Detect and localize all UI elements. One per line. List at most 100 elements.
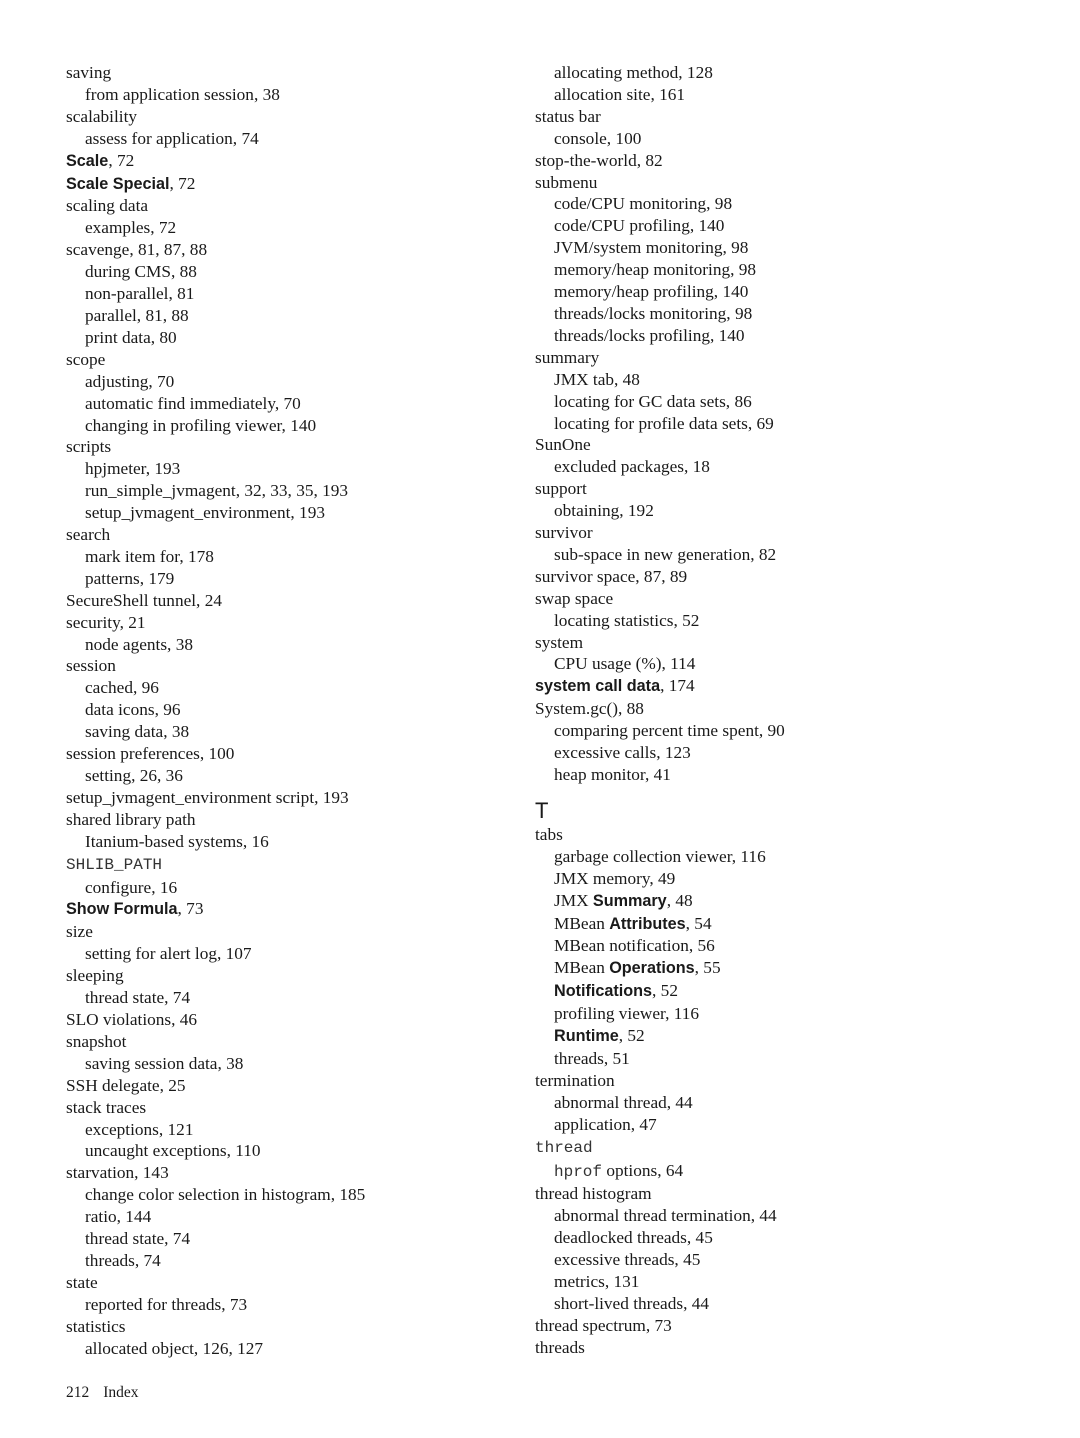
entry-text: search: [66, 525, 111, 545]
index-entry: saving: [66, 62, 506, 84]
index-entry: snapshot: [66, 1031, 506, 1053]
entry-text: locating statistics, 52: [554, 610, 700, 630]
entry-text: submenu: [535, 172, 598, 192]
entry-text: comparing percent time spent, 90: [554, 721, 785, 741]
entry-text: configure, 16: [85, 877, 178, 897]
entry-text: , 55: [694, 958, 721, 978]
index-subentry: threads, 51: [535, 1048, 995, 1070]
entry-text: MBean notification, 56: [554, 936, 715, 956]
entry-text: saving: [66, 63, 112, 82]
index-subentry: abnormal thread, 44: [535, 1092, 995, 1114]
index-subentry: setting for alert log, 107: [66, 943, 506, 965]
entry-text: SecureShell tunnel, 24: [66, 590, 222, 610]
index-letter-heading: T: [535, 798, 995, 824]
index-subentry: exceptions, 121: [66, 1119, 506, 1141]
entry-text: , 73: [177, 899, 204, 919]
index-entry: tabs: [535, 824, 995, 846]
entry-text: deadlocked threads, 45: [554, 1228, 713, 1248]
index-entry: SHLIB_PATH: [66, 853, 506, 877]
entry-text: allocation site, 161: [554, 84, 686, 104]
index-column-right: allocating method, 128 allocation site, 1…: [535, 62, 995, 1359]
entry-text: parallel, 81, 88: [85, 305, 189, 325]
index-subentry: comparing percent time spent, 90: [535, 720, 995, 742]
index-subentry: configure, 16: [66, 877, 506, 899]
section-title: Index: [103, 1384, 139, 1401]
index-subentry: deadlocked threads, 45: [535, 1227, 995, 1249]
entry-text: abnormal thread termination, 44: [554, 1206, 777, 1226]
ui-term: Attributes: [609, 914, 686, 933]
index-entry: survivor: [535, 522, 995, 544]
entry-text: system: [535, 632, 584, 652]
entry-text: abnormal thread, 44: [554, 1092, 693, 1112]
entry-text: excluded packages, 18: [554, 457, 710, 477]
index-entry: shared library path: [66, 809, 506, 831]
entry-text: print data, 80: [85, 327, 177, 347]
index-entry: starvation, 143: [66, 1162, 506, 1184]
entry-text: hpjmeter, 193: [85, 459, 181, 479]
entry-text: locating for profile data sets, 69: [554, 413, 774, 433]
entry-text: support: [535, 479, 587, 499]
index-subentry: locating for profile data sets, 69: [535, 413, 995, 435]
index-subentry: code/CPU monitoring, 98: [535, 193, 995, 215]
index-entry: system call data, 174: [535, 675, 995, 698]
index-entry: search: [66, 524, 506, 546]
entry-text: memory/heap profiling, 140: [554, 282, 749, 302]
entry-text: thread spectrum, 73: [535, 1315, 672, 1335]
index-entry: scavenge, 81, 87, 88: [66, 239, 506, 261]
index-entry: swap space: [535, 588, 995, 610]
entry-text: obtaining, 192: [554, 501, 654, 521]
entry-text: uncaught exceptions, 110: [85, 1141, 261, 1161]
index-subentry: MBean Attributes, 54: [535, 913, 995, 936]
entry-text: sub-space in new generation, 82: [554, 544, 777, 564]
index-subentry: Runtime, 52: [535, 1025, 995, 1048]
entry-text: tabs: [535, 824, 563, 844]
index-subentry: cached, 96: [66, 677, 506, 699]
entry-text: assess for application, 74: [85, 128, 259, 148]
index-subentry: heap monitor, 41: [535, 764, 995, 786]
index-subentry: locating statistics, 52: [535, 610, 995, 632]
entry-text: allocated object, 126, 127: [85, 1338, 264, 1358]
index-subentry: thread state, 74: [66, 987, 506, 1009]
entry-text: ratio, 144: [85, 1207, 152, 1227]
index-subentry: metrics, 131: [535, 1271, 995, 1293]
index-entry: thread spectrum, 73: [535, 1315, 995, 1337]
entry-text: locating for GC data sets, 86: [554, 391, 752, 411]
index-subentry: excluded packages, 18: [535, 456, 995, 478]
ui-term: Operations: [609, 959, 695, 978]
entry-text: JMX: [554, 890, 593, 910]
page-number: 212: [66, 1384, 90, 1401]
entry-text: during CMS, 88: [85, 262, 197, 282]
entry-text: thread histogram: [535, 1184, 652, 1204]
entry-text: System.gc(), 88: [535, 699, 644, 719]
index-entry: state: [66, 1272, 506, 1294]
code-term: SHLIB_PATH: [66, 855, 163, 874]
index-subentry: ratio, 144: [66, 1206, 506, 1228]
entry-text: snapshot: [66, 1031, 127, 1051]
entry-text: Itanium-based systems, 16: [85, 831, 269, 851]
index-entry: system: [535, 632, 995, 654]
index-subentry: thread state, 74: [66, 1228, 506, 1250]
index-subentry: garbage collection viewer, 116: [535, 846, 995, 868]
entry-text: sleeping: [66, 966, 124, 986]
index-entry: status bar: [535, 106, 995, 128]
index-subentry: mark item for, 178: [66, 546, 506, 568]
index-subentry: adjusting, 70: [66, 371, 506, 393]
index-entry: scaling data: [66, 195, 506, 217]
entry-text: , 52: [618, 1026, 645, 1046]
index-subentry: memory/heap monitoring, 98: [535, 259, 995, 281]
ui-term: Show Formula: [66, 900, 178, 919]
index-subentry: allocating method, 128: [535, 62, 995, 84]
entry-text: JMX memory, 49: [554, 868, 676, 888]
entry-text: JVM/system monitoring, 98: [554, 238, 749, 258]
index-entry: SSH delegate, 25: [66, 1075, 506, 1097]
index-subentry: memory/heap profiling, 140: [535, 281, 995, 303]
index-subentry: non-parallel, 81: [66, 283, 506, 305]
entry-text: MBean: [554, 913, 610, 933]
index-entry: thread: [535, 1136, 995, 1160]
entry-text: options, 64: [602, 1160, 684, 1180]
index-entry: System.gc(), 88: [535, 698, 995, 720]
index-subentry: abnormal thread termination, 44: [535, 1205, 995, 1227]
entry-text: console, 100: [554, 128, 642, 148]
index-subentry: JMX Summary, 48: [535, 890, 995, 913]
index-entry: statistics: [66, 1316, 506, 1338]
